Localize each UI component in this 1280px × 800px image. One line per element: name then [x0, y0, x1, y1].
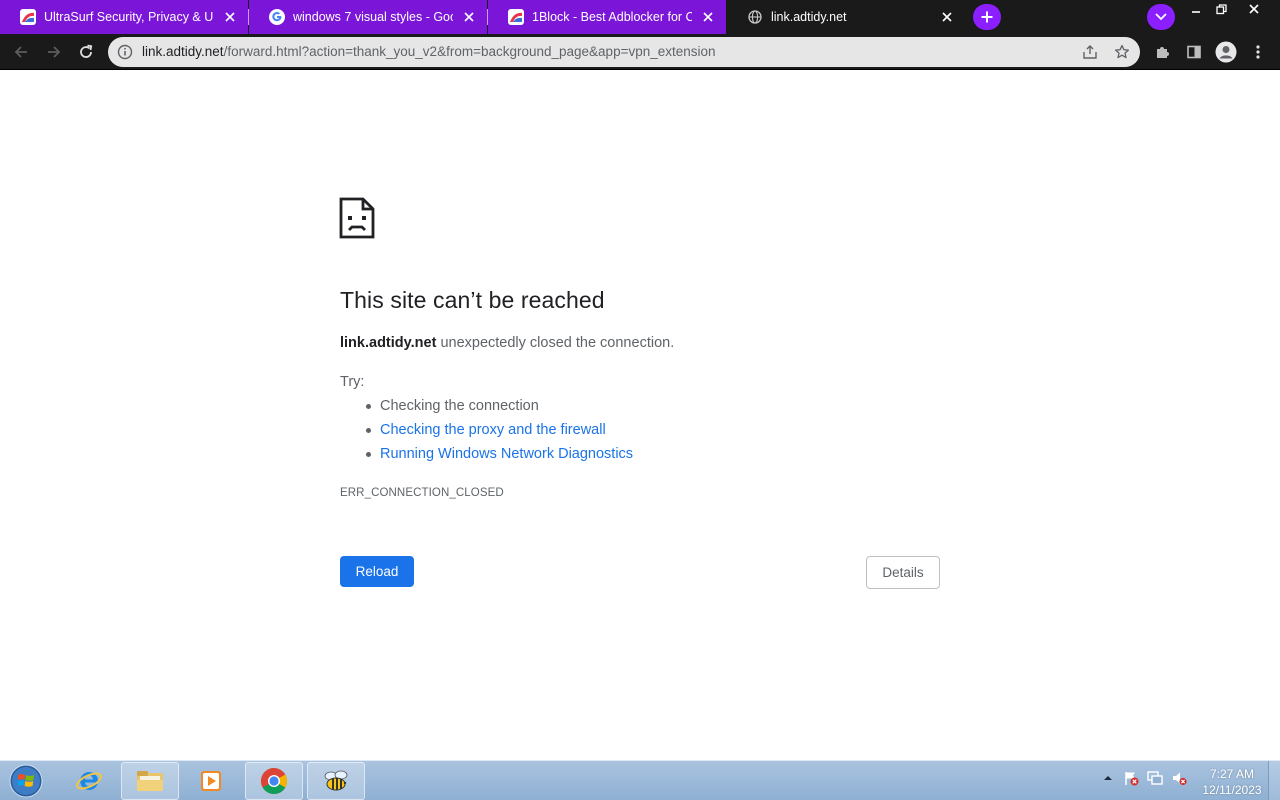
- kebab-menu-icon: [1256, 45, 1260, 59]
- bee-app-icon: [324, 770, 348, 791]
- url-host: link.adtidy.net: [142, 44, 224, 59]
- internet-explorer-icon: [75, 771, 103, 790]
- reload-toolbar-button[interactable]: [73, 39, 99, 65]
- back-button[interactable]: [8, 39, 34, 65]
- close-window-button[interactable]: [1241, 0, 1267, 18]
- star-icon: [1114, 44, 1130, 59]
- error-code: ERR_CONNECTION_CLOSED: [340, 487, 504, 499]
- taskbar-chrome[interactable]: [245, 762, 303, 800]
- plus-icon: [981, 11, 993, 23]
- chrome-icon: [260, 768, 288, 795]
- tray-expand-button[interactable]: [1099, 769, 1117, 787]
- error-description: link.adtidy.net unexpectedly closed the …: [340, 335, 674, 351]
- close-icon[interactable]: [461, 9, 477, 25]
- media-player-icon: [201, 771, 221, 791]
- side-panel-icon: [1187, 45, 1201, 59]
- error-message: unexpectedly closed the connection.: [436, 335, 675, 351]
- tab-title: UltraSurf Security, Privacy & Unblock VP…: [44, 10, 214, 24]
- minimize-button[interactable]: [1183, 0, 1209, 18]
- minimize-icon: [1192, 11, 1200, 13]
- suggestion-check-proxy-link[interactable]: Checking the proxy and the firewall: [365, 421, 633, 445]
- url-path: /forward.html?action=thank_you_v2&from=b…: [223, 44, 716, 59]
- volume-tray[interactable]: [1170, 769, 1188, 787]
- tab-title: link.adtidy.net: [771, 10, 847, 24]
- try-label: Try:: [340, 374, 365, 390]
- tab-title: 1Block - Best Adblocker for Chrome: [532, 10, 692, 24]
- show-desktop-button[interactable]: [1268, 761, 1280, 800]
- start-button[interactable]: [6, 762, 46, 800]
- restore-button[interactable]: [1208, 0, 1234, 18]
- suggestion-check-connection: Checking the connection: [365, 397, 633, 421]
- system-clock[interactable]: 7:27 AM 12/11/2023: [1196, 766, 1268, 798]
- clock-date: 12/11/2023: [1202, 783, 1262, 797]
- share-button[interactable]: [1080, 42, 1100, 62]
- profile-button[interactable]: [1214, 40, 1238, 64]
- bookmark-button[interactable]: [1112, 42, 1132, 62]
- ultrasurf-icon: [20, 9, 36, 25]
- close-icon[interactable]: [939, 9, 955, 25]
- refresh-icon: [80, 44, 93, 58]
- taskbar-internet-explorer[interactable]: [60, 762, 118, 800]
- windows-start-icon: [9, 764, 43, 798]
- address-bar[interactable]: link.adtidy.net/forward.html?action=than…: [108, 37, 1140, 67]
- taskbar-media-player[interactable]: [182, 762, 240, 800]
- close-icon[interactable]: [700, 9, 716, 25]
- side-panel-button[interactable]: [1182, 40, 1206, 64]
- error-title: This site can’t be reached: [340, 287, 605, 313]
- error-page: This site can’t be reached link.adtidy.n…: [0, 71, 1280, 760]
- close-icon: [1249, 4, 1259, 14]
- puzzle-icon: [1157, 47, 1169, 58]
- sad-document-icon: [339, 197, 375, 239]
- ultrasurf-icon: [508, 9, 524, 25]
- arrow-right-icon: [48, 46, 61, 58]
- close-icon[interactable]: [222, 9, 238, 25]
- network-icon: [1147, 771, 1163, 785]
- windows-taskbar: 7:27 AM 12/11/2023: [0, 760, 1280, 800]
- browser-toolbar: link.adtidy.net/forward.html?action=than…: [0, 34, 1280, 70]
- globe-icon: [747, 9, 763, 25]
- tab-1block[interactable]: 1Block - Best Adblocker for Chrome: [488, 0, 726, 34]
- error-host: link.adtidy.net: [340, 335, 437, 351]
- tab-strip: UltraSurf Security, Privacy & Unblock VP…: [0, 0, 1280, 34]
- volume-muted-icon: [1173, 772, 1187, 786]
- avatar-icon: [1215, 41, 1237, 63]
- tab-link-adtidy[interactable]: link.adtidy.net: [727, 0, 965, 34]
- flag-alert-icon: [1125, 772, 1139, 786]
- suggestion-list: Checking the connection Checking the pro…: [365, 397, 633, 469]
- tab-search-button[interactable]: [1147, 4, 1175, 30]
- reload-button[interactable]: Reload: [340, 556, 414, 587]
- extensions-button[interactable]: [1150, 40, 1174, 64]
- share-icon: [1083, 45, 1097, 59]
- chevron-up-icon: [1104, 776, 1112, 780]
- menu-button[interactable]: [1246, 40, 1270, 64]
- google-icon: [269, 9, 285, 25]
- taskbar-file-explorer[interactable]: [121, 762, 179, 800]
- new-tab-button[interactable]: [973, 4, 1001, 30]
- restore-icon: [1215, 3, 1227, 14]
- clock-time: 7:27 AM: [1209, 767, 1255, 781]
- file-explorer-icon: [137, 771, 163, 791]
- info-icon[interactable]: [117, 44, 133, 60]
- chevron-down-icon: [1155, 13, 1167, 21]
- network-tray[interactable]: [1146, 769, 1164, 787]
- tab-title: windows 7 visual styles - Google Search: [293, 10, 453, 24]
- arrow-left-icon: [14, 46, 27, 58]
- taskbar-bee-app[interactable]: [307, 762, 365, 800]
- details-button[interactable]: Details: [866, 556, 940, 589]
- tab-google-search[interactable]: windows 7 visual styles - Google Search: [249, 0, 487, 34]
- action-center-tray[interactable]: [1122, 769, 1140, 787]
- forward-button[interactable]: [41, 39, 67, 65]
- suggestion-network-diagnostics-link[interactable]: Running Windows Network Diagnostics: [365, 445, 633, 469]
- tab-ultrasurf[interactable]: UltraSurf Security, Privacy & Unblock VP…: [0, 0, 248, 34]
- url-text[interactable]: link.adtidy.net/forward.html?action=than…: [142, 44, 716, 59]
